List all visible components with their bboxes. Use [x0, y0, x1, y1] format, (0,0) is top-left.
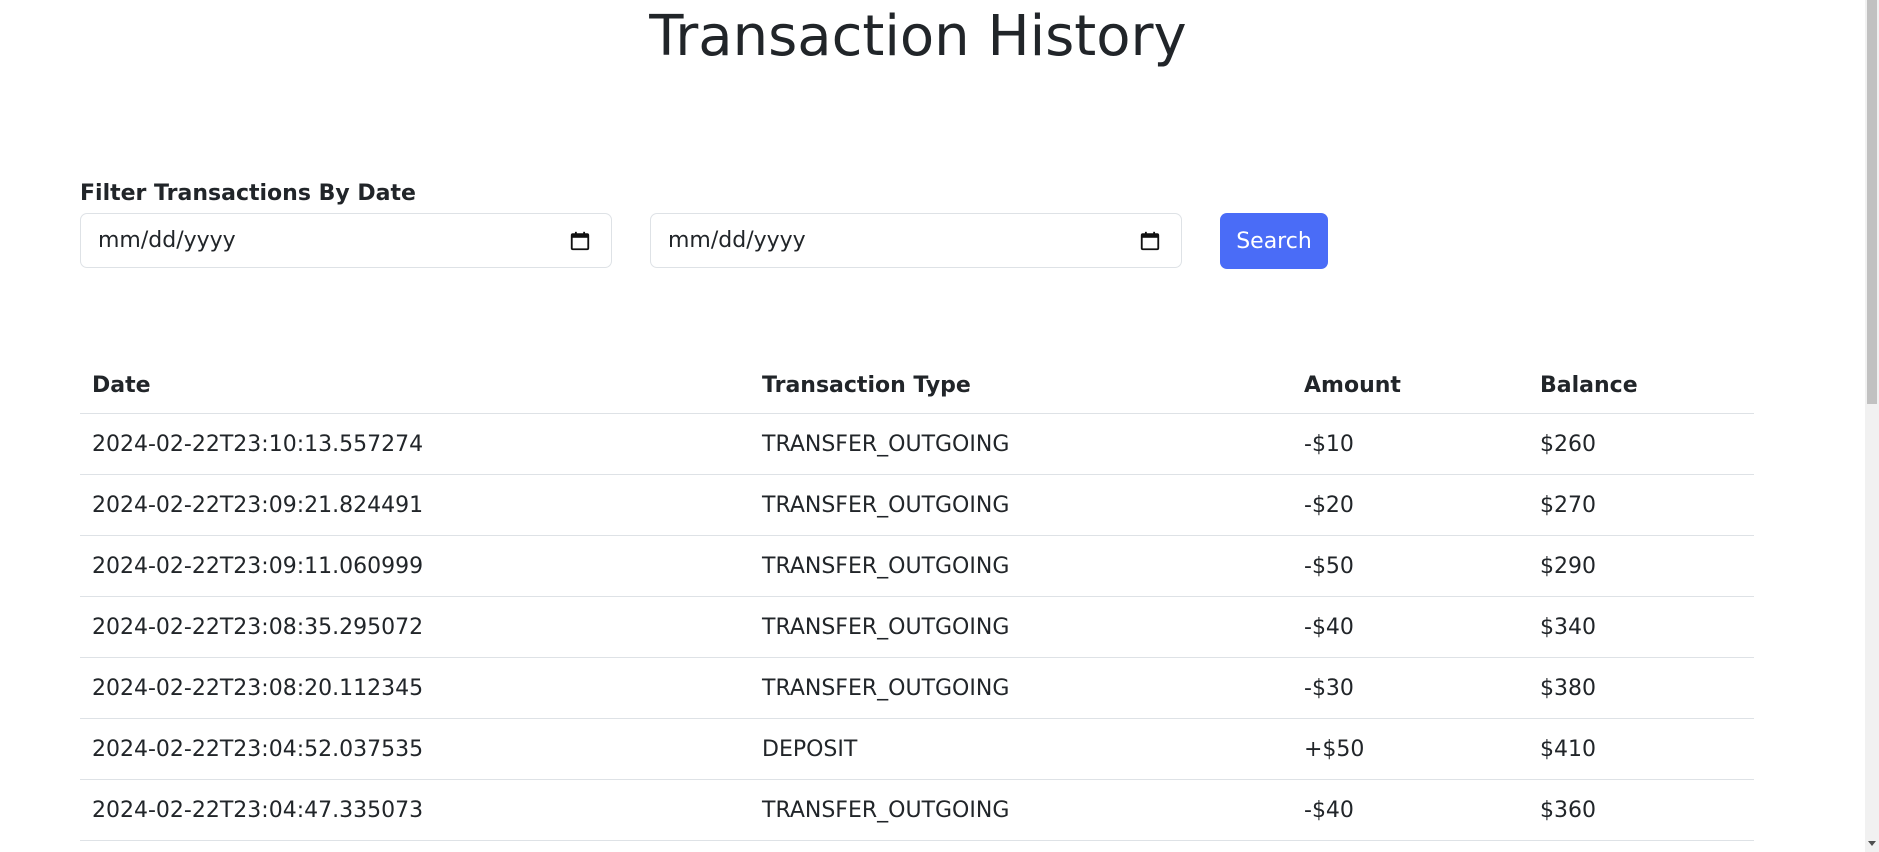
cell-type: TRANSFER_OUTGOING: [750, 535, 1292, 597]
table-header-row: Date Transaction Type Amount Balance: [80, 357, 1754, 414]
page-title: Transaction History: [649, 4, 1187, 69]
viewport: Transaction History Filter Transactions …: [0, 0, 1879, 852]
cell-amount: -$40: [1292, 596, 1528, 658]
date-from-placeholder: mm/dd/yyyy: [98, 228, 236, 253]
cell-type: TRANSFER_OUTGOING: [750, 413, 1292, 475]
header-balance: Balance: [1528, 357, 1754, 414]
calendar-icon[interactable]: [1139, 230, 1161, 252]
cell-balance: $290: [1528, 535, 1754, 597]
search-button[interactable]: Search: [1220, 213, 1328, 269]
cell-date: 2024-02-22T23:04:52.037535: [80, 718, 750, 780]
cell-balance: $380: [1528, 657, 1754, 719]
transactions-table: Date Transaction Type Amount Balance 202…: [80, 357, 1754, 841]
cell-date: 2024-02-22T23:04:47.335073: [80, 779, 750, 841]
cell-type: TRANSFER_OUTGOING: [750, 657, 1292, 719]
table-row: 2024-02-22T23:04:52.037535 DEPOSIT +$50 …: [80, 718, 1754, 780]
cell-balance: $260: [1528, 413, 1754, 475]
cell-amount: -$40: [1292, 779, 1528, 841]
scroll-down-arrow-icon[interactable]: [1868, 841, 1876, 846]
header-date: Date: [80, 357, 750, 414]
cell-date: 2024-02-22T23:10:13.557274: [80, 413, 750, 475]
cell-amount: +$50: [1292, 718, 1528, 780]
cell-date: 2024-02-22T23:09:21.824491: [80, 474, 750, 536]
table-row: 2024-02-22T23:09:21.824491 TRANSFER_OUTG…: [80, 474, 1754, 536]
cell-amount: -$50: [1292, 535, 1528, 597]
cell-date: 2024-02-22T23:08:35.295072: [80, 596, 750, 658]
header-transaction-type: Transaction Type: [750, 357, 1292, 414]
calendar-icon[interactable]: [569, 230, 591, 252]
cell-type: TRANSFER_OUTGOING: [750, 779, 1292, 841]
table-row: 2024-02-22T23:08:35.295072 TRANSFER_OUTG…: [80, 596, 1754, 658]
cell-date: 2024-02-22T23:09:11.060999: [80, 535, 750, 597]
cell-date: 2024-02-22T23:08:20.112345: [80, 657, 750, 719]
date-to-input[interactable]: mm/dd/yyyy: [650, 213, 1182, 268]
cell-amount: -$30: [1292, 657, 1528, 719]
cell-amount: -$20: [1292, 474, 1528, 536]
table-row: 2024-02-22T23:08:20.112345 TRANSFER_OUTG…: [80, 657, 1754, 719]
date-to-placeholder: mm/dd/yyyy: [668, 228, 806, 253]
cell-type: DEPOSIT: [750, 718, 1292, 780]
cell-type: TRANSFER_OUTGOING: [750, 596, 1292, 658]
cell-type: TRANSFER_OUTGOING: [750, 474, 1292, 536]
date-from-input[interactable]: mm/dd/yyyy: [80, 213, 612, 268]
table-row: 2024-02-22T23:04:47.335073 TRANSFER_OUTG…: [80, 779, 1754, 841]
cell-balance: $340: [1528, 596, 1754, 658]
scrollbar-thumb[interactable]: [1867, 0, 1877, 404]
cell-balance: $270: [1528, 474, 1754, 536]
cell-amount: -$10: [1292, 413, 1528, 475]
cell-balance: $360: [1528, 779, 1754, 841]
cell-balance: $410: [1528, 718, 1754, 780]
table-row: 2024-02-22T23:10:13.557274 TRANSFER_OUTG…: [80, 413, 1754, 475]
table-row: 2024-02-22T23:09:11.060999 TRANSFER_OUTG…: [80, 535, 1754, 597]
header-amount: Amount: [1292, 357, 1528, 414]
vertical-scrollbar[interactable]: [1865, 0, 1879, 852]
filter-label: Filter Transactions By Date: [80, 181, 416, 206]
